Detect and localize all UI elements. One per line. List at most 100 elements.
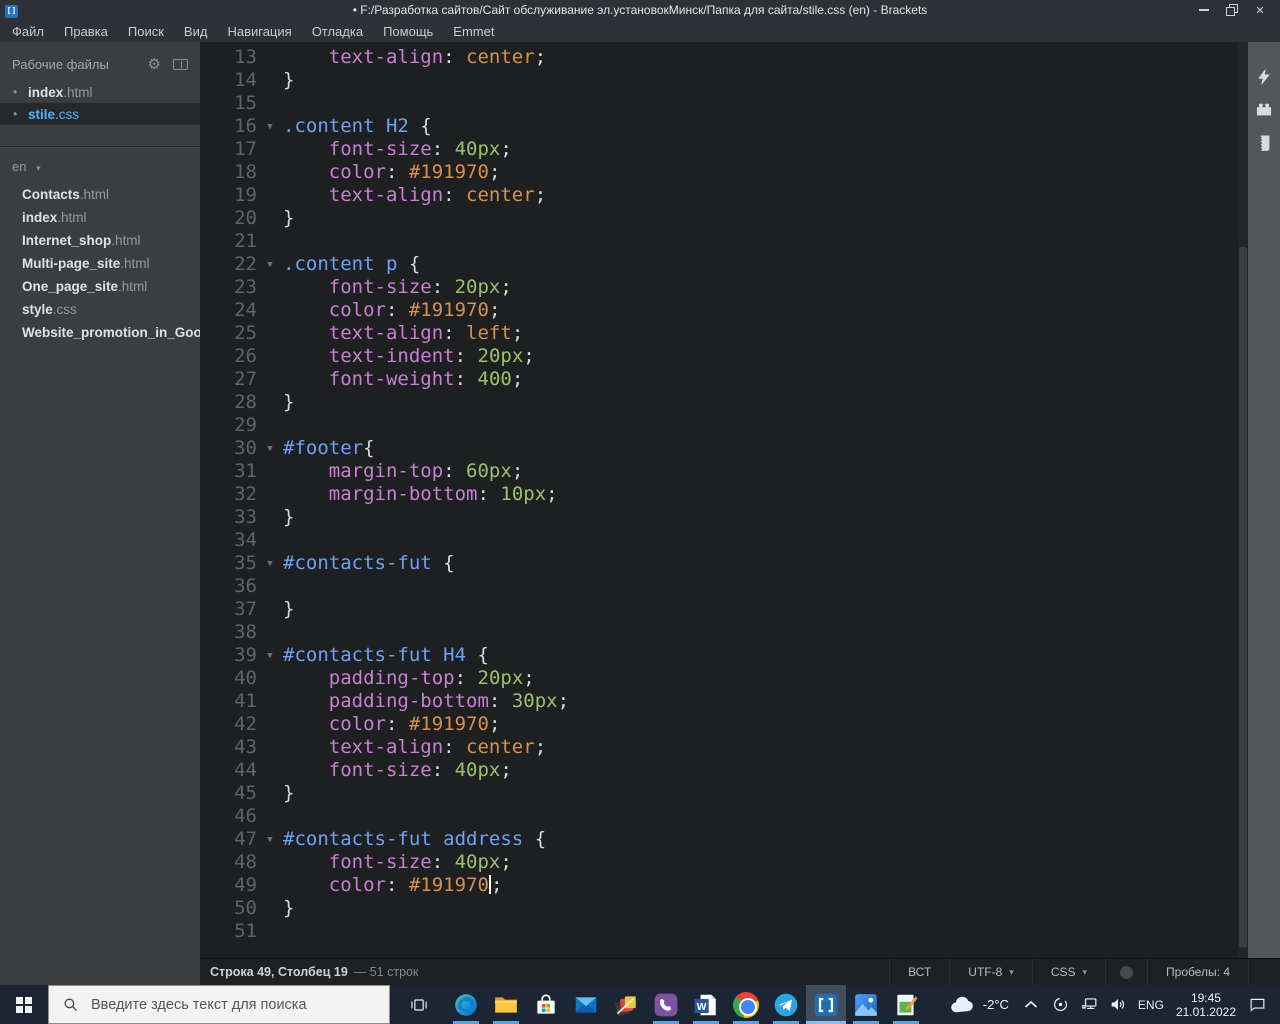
code-line[interactable]: 50}: [200, 897, 1248, 920]
code-line[interactable]: 42 color: #191970;: [200, 713, 1248, 736]
fold-arrow-icon[interactable]: ▼: [257, 552, 283, 575]
network-icon[interactable]: [1075, 995, 1104, 1014]
code-line[interactable]: 23 font-size: 20px;: [200, 276, 1248, 299]
code-line[interactable]: 48 font-size: 40px;: [200, 851, 1248, 874]
project-file-item[interactable]: style .css: [0, 298, 200, 321]
code-line[interactable]: 46: [200, 805, 1248, 828]
volume-icon[interactable]: [1104, 995, 1133, 1014]
chrome-taskbar-button[interactable]: [726, 985, 766, 1024]
menu-navigate[interactable]: Навигация: [217, 24, 301, 39]
microsoft-store-taskbar-button[interactable]: [526, 985, 566, 1024]
code-line[interactable]: 13 text-align: center;: [200, 46, 1248, 69]
start-button[interactable]: [0, 985, 48, 1024]
indent-setting[interactable]: Пробелы: 4: [1147, 959, 1248, 985]
tray-expand-button[interactable]: [1017, 1000, 1046, 1009]
split-view-icon[interactable]: [173, 59, 188, 70]
code-line[interactable]: 16 ▼ .content H2 {: [200, 115, 1248, 138]
restore-button[interactable]: [1218, 0, 1246, 20]
code-line[interactable]: 27 font-weight: 400;: [200, 368, 1248, 391]
insert-mode-indicator[interactable]: ВСТ: [889, 959, 949, 985]
code-line[interactable]: 36: [200, 575, 1248, 598]
close-button[interactable]: ✕: [1246, 0, 1274, 20]
fold-arrow-icon[interactable]: ▼: [257, 115, 283, 138]
problems-indicator[interactable]: [1105, 959, 1147, 985]
code-line[interactable]: 20}: [200, 207, 1248, 230]
menu-view[interactable]: Вид: [174, 24, 218, 39]
photos-taskbar-button[interactable]: [846, 985, 886, 1024]
fold-arrow-icon[interactable]: ▼: [257, 437, 283, 460]
code-line[interactable]: 39 ▼ #contacts-fut H4 {: [200, 644, 1248, 667]
code-line[interactable]: 49 color: #191970;: [200, 874, 1248, 897]
code-editor[interactable]: 13 text-align: center; 14} 15 16 ▼ .content H…: [200, 42, 1248, 958]
clock[interactable]: 19:45 21.01.2022: [1176, 991, 1236, 1019]
file-explorer-taskbar-button[interactable]: [486, 985, 526, 1024]
weather-widget[interactable]: -2°C: [949, 995, 1009, 1014]
code-line[interactable]: 29: [200, 414, 1248, 437]
code-line[interactable]: 34: [200, 529, 1248, 552]
project-file-item[interactable]: Website_promotion_in_Google.html: [0, 321, 200, 344]
project-file-item[interactable]: Internet_shop .html: [0, 229, 200, 252]
code-line[interactable]: 45}: [200, 782, 1248, 805]
working-file-item[interactable]: • index .html: [0, 81, 200, 103]
scrollbar-thumb[interactable]: [1239, 247, 1247, 947]
brackets-taskbar-button[interactable]: [806, 985, 846, 1024]
code-line[interactable]: 33}: [200, 506, 1248, 529]
task-view-button[interactable]: [396, 985, 442, 1024]
code-line[interactable]: 18 color: #191970;: [200, 161, 1248, 184]
fold-arrow-icon[interactable]: ▼: [257, 644, 283, 667]
code-line[interactable]: 14}: [200, 69, 1248, 92]
project-file-item[interactable]: index .html: [0, 206, 200, 229]
code-line[interactable]: 28}: [200, 391, 1248, 414]
minimize-button[interactable]: [1190, 0, 1218, 20]
code-line[interactable]: 22 ▼ .content p {: [200, 253, 1248, 276]
photo-editor-taskbar-button[interactable]: [606, 985, 646, 1024]
code-line[interactable]: 51: [200, 920, 1248, 943]
working-file-item[interactable]: • stile .css: [0, 103, 200, 125]
edge-taskbar-button[interactable]: [446, 985, 486, 1024]
project-file-item[interactable]: Multi-page_site .html: [0, 252, 200, 275]
menu-find[interactable]: Поиск: [118, 24, 174, 39]
code-line[interactable]: 44 font-size: 40px;: [200, 759, 1248, 782]
cursor-position[interactable]: Строка 49, Столбец 19: [200, 965, 348, 979]
project-dropdown[interactable]: en ▾: [0, 148, 200, 183]
code-line[interactable]: 24 color: #191970;: [200, 299, 1248, 322]
code-line[interactable]: 35 ▼ #contacts-fut {: [200, 552, 1248, 575]
tray-app-icon[interactable]: [1046, 995, 1075, 1014]
project-file-item[interactable]: One_page_site .html: [0, 275, 200, 298]
project-file-item[interactable]: Contacts .html: [0, 183, 200, 206]
code-line[interactable]: 30 ▼ #footer{: [200, 437, 1248, 460]
code-line[interactable]: 41 padding-bottom: 30px;: [200, 690, 1248, 713]
fold-arrow-icon[interactable]: ▼: [257, 828, 283, 851]
code-line[interactable]: 38: [200, 621, 1248, 644]
viber-taskbar-button[interactable]: [646, 985, 686, 1024]
mail-taskbar-button[interactable]: [566, 985, 606, 1024]
telegram-taskbar-button[interactable]: [766, 985, 806, 1024]
menu-file[interactable]: Файл: [2, 24, 54, 39]
code-line[interactable]: 26 text-indent: 20px;: [200, 345, 1248, 368]
action-center-button[interactable]: [1243, 995, 1272, 1014]
code-line[interactable]: 21: [200, 230, 1248, 253]
taskbar-search-input[interactable]: Введите здесь текст для поиска: [48, 985, 390, 1024]
menu-debug[interactable]: Отладка: [302, 24, 373, 39]
language-selector[interactable]: CSS ▾: [1031, 959, 1105, 985]
code-line[interactable]: 17 font-size: 40px;: [200, 138, 1248, 161]
fold-arrow-icon[interactable]: ▼: [257, 253, 283, 276]
code-line[interactable]: 32 margin-bottom: 10px;: [200, 483, 1248, 506]
editor-scrollbar[interactable]: [1238, 42, 1248, 958]
text-editor-taskbar-button[interactable]: [886, 985, 926, 1024]
code-line[interactable]: 25 text-align: left;: [200, 322, 1248, 345]
extension-icon[interactable]: [1253, 132, 1275, 154]
encoding-selector[interactable]: UTF-8 ▾: [949, 959, 1032, 985]
code-line[interactable]: 40 padding-top: 20px;: [200, 667, 1248, 690]
extension-manager-icon[interactable]: [1253, 99, 1275, 121]
code-line[interactable]: 43 text-align: center;: [200, 736, 1248, 759]
menu-emmet[interactable]: Emmet: [443, 24, 504, 39]
code-line[interactable]: 31 margin-top: 60px;: [200, 460, 1248, 483]
code-line[interactable]: 15: [200, 92, 1248, 115]
code-line[interactable]: 19 text-align: center;: [200, 184, 1248, 207]
menu-edit[interactable]: Правка: [54, 24, 118, 39]
code-line[interactable]: 37}: [200, 598, 1248, 621]
live-preview-icon[interactable]: [1253, 66, 1275, 88]
gear-icon[interactable]: ⚙: [148, 57, 161, 72]
language-indicator[interactable]: ENG: [1133, 998, 1169, 1012]
